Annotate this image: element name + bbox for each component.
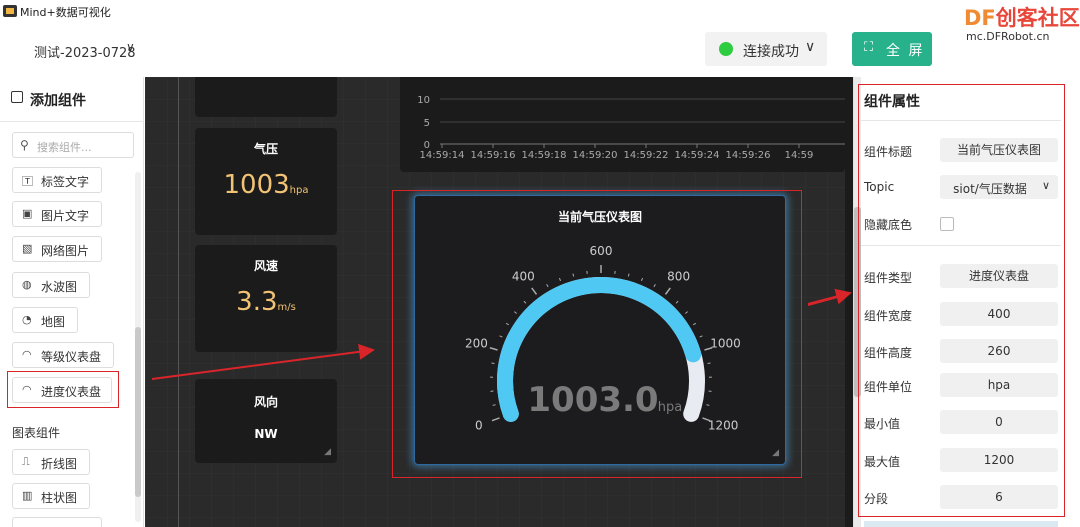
value-number: 3.3 — [236, 287, 278, 317]
x-tick-label: 14:59 — [785, 150, 814, 161]
x-tick-label: 14:59:26 — [726, 150, 771, 161]
widget-card-winddir[interactable]: 风向 NW ◢ — [195, 379, 337, 463]
component-label: 网络图片 — [41, 244, 90, 258]
card-text: NW — [254, 427, 278, 441]
widget-card-partial[interactable] — [195, 77, 337, 117]
search-icon: ⚲ — [20, 138, 29, 152]
y-tick-label: 5 — [424, 118, 430, 129]
chevron-down-icon[interactable]: ∨ — [126, 40, 135, 54]
chevron-down-icon: ∨ — [805, 39, 816, 55]
component-label: 标签文字 — [41, 175, 90, 189]
fullscreen-icon: ⛶ — [864, 40, 874, 55]
canvas-edge — [845, 77, 853, 527]
line-chart-widget[interactable]: 10 5 0 14:59:14 14:59:16 14:59:18 14:59:20 1… — [400, 77, 845, 172]
component-label: 折线图 — [41, 457, 78, 471]
component-image-text[interactable]: ▣ 图片文字 — [12, 201, 102, 227]
x-tick-label: 14:59:16 — [471, 150, 516, 161]
component-water-wave[interactable]: ◍ 水波图 — [12, 272, 90, 298]
component-web-image[interactable]: ▧ 网络图片 — [12, 236, 102, 262]
search-input[interactable]: ⚲ 搜索组件... — [12, 132, 134, 158]
brand-df: DF — [964, 6, 996, 30]
x-tick-label: 14:59:22 — [624, 150, 669, 161]
search-placeholder: 搜索组件... — [37, 141, 92, 154]
dashboard-canvas[interactable]: 气压 1003hpa 风速 3.3m/s 风向 NW ◢ 10 5 0 14:5… — [145, 77, 845, 527]
y-tick-label: 10 — [417, 95, 430, 106]
guide-line — [178, 77, 179, 527]
component-line-chart[interactable]: ⎍ 折线图 — [12, 449, 90, 475]
bar-chart-icon: ▥ — [22, 489, 33, 502]
text-label-icon: 🅃 — [22, 175, 33, 188]
line-chart-icon: ⎍ — [22, 455, 30, 468]
component-level-gauge[interactable]: ◠ 等级仪表盘 — [12, 342, 114, 368]
component-label: 水波图 — [41, 280, 78, 294]
level-gauge-icon: ◠ — [22, 348, 32, 361]
fullscreen-label: 全 屏 — [886, 43, 925, 59]
app-logo-icon — [3, 5, 17, 17]
image-text-icon: ▣ — [22, 207, 33, 220]
brand-logo: DF创客社区 — [964, 2, 1080, 32]
brand-url: mc.DFRobot.cn — [966, 30, 1050, 43]
component-partial[interactable] — [12, 517, 102, 527]
map-icon: ◔ — [22, 313, 32, 326]
component-label: 等级仪表盘 — [41, 350, 102, 364]
window-title: Mind+数据可视化 — [20, 6, 111, 19]
highlight-box — [858, 84, 1065, 517]
widget-card-pressure[interactable]: 气压 1003hpa — [195, 128, 337, 235]
highlight-box — [392, 190, 802, 478]
palette-scroll-thumb[interactable] — [135, 327, 141, 497]
add-component-icon — [11, 91, 23, 103]
card-title: 气压 — [253, 142, 278, 156]
card-title: 风速 — [253, 259, 278, 273]
x-tick-group: 14:59:14 14:59:16 14:59:18 14:59:20 14:59:22… — [420, 144, 814, 161]
connection-status-button[interactable]: 连接成功 ∨ — [705, 32, 827, 66]
component-label: 图片文字 — [41, 209, 90, 223]
component-label: 地图 — [41, 315, 66, 329]
properties-panel: 组件属性 组件标题 当前气压仪表图 Topic siot/气压数据 ∨ 隐藏底色… — [853, 77, 1080, 527]
value-unit: m/s — [277, 302, 296, 313]
water-wave-icon: ◍ — [22, 278, 32, 291]
brand-text: 创客社区 — [995, 6, 1080, 30]
card-value: 3.3m/s — [195, 287, 337, 317]
palette-title: 添加组件 — [30, 93, 86, 109]
x-tick-label: 14:59:20 — [573, 150, 618, 161]
resize-handle-icon[interactable]: ◢ — [324, 447, 331, 457]
component-bar-chart[interactable]: ▥ 柱状图 — [12, 483, 90, 509]
value-number: 1003 — [223, 170, 290, 200]
panel-footer-partial — [864, 521, 1058, 527]
widget-card-windspeed[interactable]: 风速 3.3m/s — [195, 245, 337, 352]
card-value: 1003hpa — [195, 170, 337, 200]
highlight-box — [7, 371, 119, 408]
fullscreen-button[interactable]: ⛶ 全 屏 — [852, 32, 932, 66]
component-palette: 添加组件 ⚲ 搜索组件... 🅃 标签文字 ▣ 图片文字 ▧ 网络图片 ◍ 水波… — [0, 77, 144, 527]
line-chart-svg: 10 5 0 14:59:14 14:59:16 14:59:18 14:59:20 1… — [417, 95, 845, 161]
project-selector[interactable]: 测试-2023-0728 — [34, 42, 136, 61]
title-bar: Mind+数据可视化 — [0, 0, 1080, 22]
status-dot-icon — [719, 42, 733, 56]
component-text-label[interactable]: 🅃 标签文字 — [12, 167, 102, 193]
app-window: Mind+数据可视化 测试-2023-0728 ∨ 连接成功 ∨ ⛶ 全 屏 D… — [0, 0, 1080, 527]
connection-label: 连接成功 — [743, 44, 799, 60]
divider — [0, 121, 144, 122]
x-tick-label: 14:59:24 — [675, 150, 720, 161]
component-map[interactable]: ◔ 地图 — [12, 307, 78, 333]
chart-section-label: 图表组件 — [12, 426, 61, 440]
component-label: 柱状图 — [41, 491, 78, 505]
web-image-icon: ▧ — [22, 242, 33, 255]
x-tick-label: 14:59:14 — [420, 150, 465, 161]
x-tick-label: 14:59:18 — [522, 150, 567, 161]
value-unit: hpa — [289, 185, 309, 196]
card-title: 风向 — [253, 395, 278, 409]
